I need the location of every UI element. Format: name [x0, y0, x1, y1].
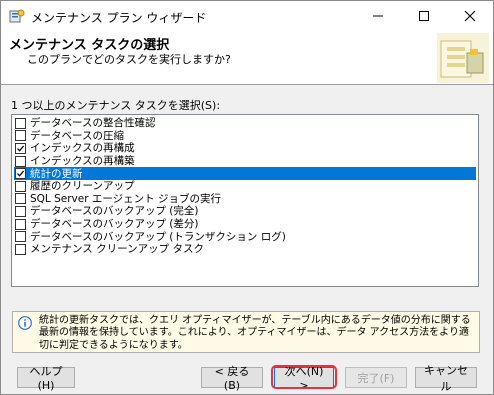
checkbox-unchecked[interactable] [15, 218, 26, 230]
task-item[interactable]: データベースのバックアップ (差分) [14, 218, 476, 231]
cancel-button[interactable]: キャンセル [415, 364, 477, 393]
checkbox-unchecked[interactable] [15, 205, 26, 217]
app-icon [9, 8, 25, 24]
task-item[interactable]: SQL Server エージェント ジョブの実行 [14, 193, 476, 206]
task-item[interactable]: 統計の更新 [14, 167, 476, 180]
close-button[interactable] [447, 1, 493, 31]
task-item[interactable]: 履歴のクリーンアップ [14, 180, 476, 193]
checkbox-unchecked[interactable] [15, 231, 26, 243]
checkbox-unchecked[interactable] [15, 193, 26, 205]
page-subtitle: このプランでどのタスクを実行しますか? [27, 53, 231, 66]
checkbox-unchecked[interactable] [15, 180, 26, 192]
checkbox-checked[interactable] [15, 142, 26, 154]
task-item[interactable]: インデックスの再構成 [14, 142, 476, 155]
task-item-label: データベースのバックアップ (完全) [30, 205, 199, 218]
task-item-label: データベースのバックアップ (差分) [30, 218, 199, 231]
help-button[interactable]: ヘルプ(H) [17, 365, 75, 392]
task-item-label: 履歴のクリーンアップ [30, 180, 135, 193]
window-title: メンテナンス プラン ウィザード [31, 11, 207, 25]
checkbox-unchecked[interactable] [15, 155, 26, 167]
task-item-label: データベースのバックアップ (トランザクション ログ) [30, 230, 286, 243]
task-item[interactable]: インデックスの再構築 [14, 155, 476, 168]
task-item-label: 統計の更新 [30, 167, 83, 180]
task-description: 統計の更新タスクでは、クエリ オプティマイザーが、テーブル内にあるデータ値の分布… [12, 311, 480, 353]
task-item-label: データベースの整合性確認 [30, 117, 156, 130]
checkbox-unchecked[interactable] [15, 243, 26, 255]
task-item[interactable]: データベースの圧縮 [14, 130, 476, 143]
checkbox-unchecked[interactable] [15, 117, 26, 129]
task-item-label: インデックスの再構成 [30, 142, 135, 155]
task-item[interactable]: データベースの整合性確認 [14, 117, 476, 130]
finish-button[interactable]: 完了(F) [345, 367, 407, 388]
maximize-button[interactable] [401, 1, 447, 31]
task-item-label: SQL Server エージェント ジョブの実行 [30, 192, 222, 205]
task-item[interactable]: データベースのバックアップ (完全) [14, 205, 476, 218]
wizard-banner-icon [437, 33, 489, 83]
checkbox-checked[interactable] [15, 168, 26, 180]
info-icon [18, 316, 32, 330]
wizard-header: メンテナンス タスクの選択 このプランでどのタスクを実行しますか? [1, 31, 493, 85]
back-button[interactable]: < 戻る(B) [201, 365, 263, 392]
wizard-window: メンテナンス プラン ウィザード メンテナンス タスクの選択 このプランでどのタ… [0, 0, 494, 395]
task-list-label: 1 つ以上のメンテナンス タスクを選択(S): [11, 99, 221, 112]
task-item[interactable]: データベースのバックアップ (トランザクション ログ) [14, 230, 476, 243]
next-button-highlight [271, 365, 337, 389]
task-checklist[interactable]: データベースの整合性確認 データベースの圧縮 インデックスの再構成 インデックスの再構… [11, 114, 479, 287]
title-bar[interactable]: メンテナンス プラン ウィザード [1, 1, 493, 31]
task-item[interactable]: メンテナンス クリーンアップ タスク [14, 243, 476, 256]
task-item-label: インデックスの再構築 [30, 155, 135, 168]
task-description-text: 統計の更新タスクでは、クエリ オプティマイザーが、テーブル内にあるデータ値の分布… [39, 315, 471, 351]
minimize-button[interactable] [355, 1, 401, 31]
checkbox-unchecked[interactable] [15, 130, 26, 142]
task-item-label: データベースの圧縮 [30, 129, 124, 142]
task-item-label: メンテナンス クリーンアップ タスク [30, 243, 204, 256]
